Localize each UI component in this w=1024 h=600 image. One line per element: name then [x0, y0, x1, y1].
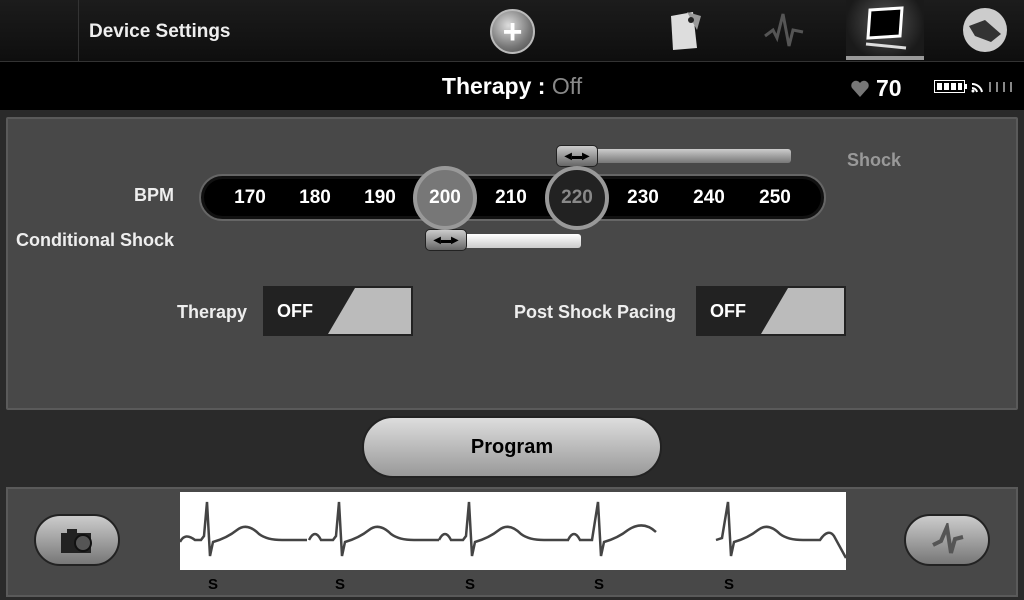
bpm-label: BPM: [134, 185, 174, 205]
therapy-status-value: Off: [551, 73, 583, 99]
page-title: Device Settings: [89, 21, 231, 42]
shock-slider-track[interactable]: [575, 149, 791, 163]
ecg-beat: [566, 501, 657, 557]
conditional-shock-slider-thumb[interactable]: ◀▬▶: [425, 229, 467, 251]
ecg-marker-icon: [932, 523, 964, 554]
tab-documents[interactable]: [646, 0, 724, 60]
add-button[interactable]: +: [490, 9, 535, 54]
sense-marker: S: [723, 576, 734, 593]
bpm-tick[interactable]: 240: [684, 187, 734, 209]
post-shock-pacing-toggle-value: OFF: [710, 301, 746, 321]
bpm-tick[interactable]: 170: [225, 187, 275, 209]
therapy-label: Therapy: [177, 302, 248, 322]
tab-device[interactable]: [846, 0, 924, 60]
therapy-toggle-value: OFF: [277, 301, 313, 321]
camera-icon: [61, 529, 92, 553]
bpm-tick[interactable]: 230: [618, 187, 668, 209]
ecg-strip: [180, 492, 846, 570]
snapshot-button[interactable]: [34, 514, 120, 566]
shock-slider-thumb[interactable]: ◀▬▶: [556, 145, 598, 167]
therapy-toggle[interactable]: OFF: [263, 286, 413, 336]
tab-wand[interactable]: [946, 0, 1024, 60]
shock-label: Shock: [847, 150, 902, 170]
tab-waveform[interactable]: [746, 0, 824, 60]
post-shock-pacing-label: Post Shock Pacing: [514, 302, 677, 322]
heart-rate: 70: [850, 75, 902, 102]
battery-full-icon: [934, 80, 1012, 93]
sense-marker: S: [334, 576, 345, 593]
bpm-tick[interactable]: 250: [750, 187, 800, 209]
sense-marker: S: [593, 576, 604, 593]
divider: [78, 0, 79, 62]
bpm-tick[interactable]: 210: [486, 187, 536, 209]
sense-marker: S: [464, 576, 475, 593]
heart-icon: [851, 80, 869, 97]
bpm-tick[interactable]: 190: [355, 187, 405, 209]
ecg-beat: [307, 501, 439, 557]
heart-rate-value: 70: [876, 75, 902, 101]
conditional-shock-label: Conditional Shock: [16, 230, 175, 250]
device-wand-icon: [963, 8, 1007, 52]
document-tag-icon: [671, 12, 701, 50]
ecg-waveform-icon: [764, 13, 804, 47]
plus-circle-icon: +: [502, 12, 523, 51]
bpm-tick[interactable]: 180: [290, 187, 340, 209]
bpm-tick[interactable]: 220: [552, 187, 602, 209]
program-button[interactable]: Program: [362, 416, 662, 478]
post-shock-pacing-toggle[interactable]: OFF: [696, 286, 846, 336]
ecg-beat: [180, 501, 307, 557]
ecg-marker-button[interactable]: [904, 514, 990, 566]
therapy-status-label: Therapy :: [441, 73, 546, 99]
computer-monitor-icon: [865, 6, 907, 50]
wireless-signal-icon: [971, 82, 983, 93]
ecg-beat: [715, 501, 846, 559]
ecg-beat: [437, 501, 569, 557]
sense-marker: S: [207, 576, 218, 593]
bpm-tick[interactable]: 200: [420, 187, 470, 209]
